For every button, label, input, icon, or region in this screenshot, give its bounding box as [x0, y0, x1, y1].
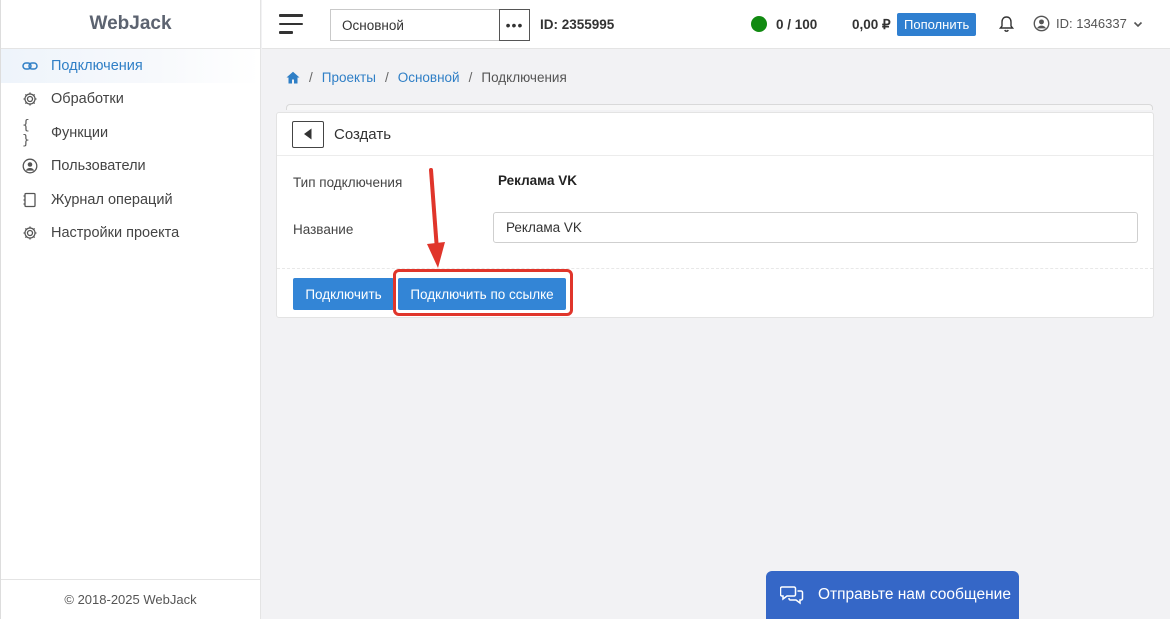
back-button[interactable]	[292, 120, 324, 148]
project-menu-button[interactable]: •••	[499, 9, 530, 41]
gear-icon	[22, 91, 38, 107]
breadcrumb-current: Подключения	[481, 70, 567, 85]
hamburger-line	[279, 14, 303, 17]
name-label: Название	[293, 222, 354, 237]
triangle-left-icon	[304, 128, 312, 140]
card-header: Создать	[277, 113, 1153, 156]
breadcrumb-separator: /	[468, 70, 473, 85]
topbar: Основной ••• ID: 2355995 0 / 100 0,00 ₽ …	[262, 0, 1170, 49]
sidebar: WebJack Подключения Обработки { } Функци…	[0, 0, 261, 619]
sidebar-item-connections[interactable]: Подключения	[1, 49, 260, 83]
usage-limit: 0 / 100	[776, 17, 818, 32]
breadcrumb-separator: /	[384, 70, 389, 85]
sidebar-item-label: Обработки	[51, 91, 124, 108]
status-indicator	[751, 16, 767, 32]
create-connection-card: Создать Тип подключения Реклама VK Назва…	[276, 112, 1154, 318]
braces-icon: { }	[22, 117, 30, 148]
card-title: Создать	[334, 125, 392, 143]
sidebar-nav: Подключения Обработки { } Функции Пользо…	[1, 49, 260, 250]
breadcrumb: / Проекты / Основной / Подключения	[286, 70, 567, 85]
link-icon	[22, 58, 38, 74]
chevron-down-icon	[1133, 21, 1142, 27]
home-icon[interactable]	[286, 71, 300, 84]
connect-button[interactable]: Подключить	[293, 278, 394, 310]
connect-by-link-button[interactable]: Подключить по ссылке	[398, 278, 566, 310]
chat-widget-button[interactable]: Отправьте нам сообщение	[766, 571, 1019, 619]
breadcrumb-project-main[interactable]: Основной	[398, 70, 460, 85]
bell-icon[interactable]	[998, 15, 1015, 33]
sidebar-item-processing[interactable]: Обработки	[1, 83, 260, 117]
sidebar-item-users[interactable]: Пользователи	[1, 150, 260, 184]
user-circle-icon	[22, 158, 38, 174]
name-input[interactable]	[493, 212, 1138, 243]
breadcrumb-projects[interactable]: Проекты	[322, 70, 376, 85]
account-balance: 0,00 ₽	[852, 17, 891, 32]
sidebar-item-label: Пользователи	[51, 158, 146, 175]
project-id: ID: 2355995	[540, 17, 615, 32]
hamburger-line	[279, 22, 303, 25]
chat-bubbles-icon	[780, 586, 804, 605]
notebook-icon	[22, 192, 38, 208]
divider	[277, 268, 1153, 269]
user-id: ID: 1346337	[1056, 16, 1127, 31]
sidebar-item-project-settings[interactable]: Настройки проекта	[1, 217, 260, 251]
user-menu[interactable]: ID: 1346337	[1033, 15, 1149, 32]
sidebar-item-label: Функции	[51, 124, 109, 141]
gear-icon	[22, 225, 38, 241]
user-circle-icon	[1033, 15, 1050, 32]
sidebar-item-journal[interactable]: Журнал операций	[1, 183, 260, 217]
menu-toggle-button[interactable]	[279, 14, 303, 34]
app-logo[interactable]: WebJack	[1, 0, 260, 49]
sidebar-footer: © 2018-2025 WebJack	[1, 579, 260, 619]
sidebar-item-label: Настройки проекта	[51, 225, 180, 242]
type-label: Тип подключения	[293, 175, 403, 190]
breadcrumb-separator: /	[309, 70, 313, 85]
type-value: Реклама VK	[498, 173, 578, 188]
chat-label: Отправьте нам сообщение	[818, 586, 1011, 603]
topup-button[interactable]: Пополнить	[897, 13, 977, 36]
sidebar-item-label: Журнал операций	[51, 191, 173, 208]
background-card-edge	[286, 104, 1153, 110]
sidebar-item-label: Подключения	[51, 57, 143, 74]
project-select[interactable]: Основной	[330, 9, 500, 41]
hamburger-line	[279, 31, 293, 34]
sidebar-item-functions[interactable]: { } Функции	[1, 116, 260, 150]
more-dots-icon: •••	[505, 17, 524, 33]
